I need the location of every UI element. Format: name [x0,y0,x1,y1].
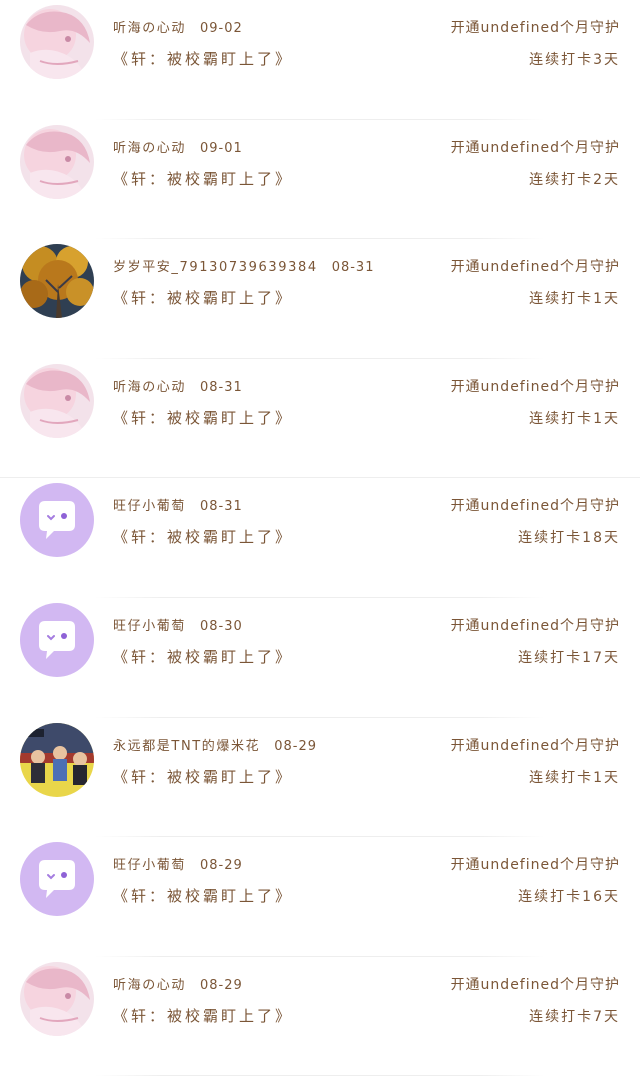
golden-tree-avatar[interactable] [20,244,94,319]
username[interactable]: 永远都是TNT的爆米花 [113,739,260,754]
date: 08-31 [200,499,243,515]
subscription-text: 开通undefined个月守护 [450,498,620,515]
chat-bubble-avatar[interactable] [20,483,94,558]
username[interactable]: 听海の心动 [113,978,186,993]
subscription-text: 开通undefined个月守护 [450,20,620,36]
streak-text: 连续打卡7天 [529,1008,620,1025]
date: 09-02 [200,21,243,36]
anime-girl-avatar[interactable] [20,124,94,199]
user-info: 旺仔小葡萄 08-30 [113,615,243,634]
list-item[interactable]: 听海の心动 09-01 《轩：被校霸盯上了》 开通undefined个月守护 连续… [0,120,640,240]
list-item[interactable]: 岁岁平安_79130739639384 08-31 《轩：被校霸盯上了》 开通un… [0,239,640,359]
date: 08-30 [200,618,243,634]
streak-text: 连续打卡18天 [518,530,620,547]
book-title[interactable]: 《轩：被校霸盯上了》 [113,766,293,787]
book-title[interactable]: 《轩：被校霸盯上了》 [113,646,293,667]
date: 08-29 [274,738,317,754]
date: 08-29 [200,858,243,874]
subscription-text: 开通undefined个月守护 [450,857,620,874]
user-info: 听海の心动 09-01 [113,137,243,156]
user-info: 听海の心动 09-02 [113,17,243,36]
subscription-text: 开通undefined个月守护 [450,617,620,634]
streak-text: 连续打卡2天 [529,171,620,188]
user-info: 永远都是TNT的爆米花 08-29 [113,735,317,754]
chat-bubble-avatar[interactable] [20,602,94,677]
subscription-text: 开通undefined个月守护 [450,737,620,754]
username[interactable]: 听海の心动 [113,141,186,156]
username[interactable]: 旺仔小葡萄 [113,858,186,873]
group-photo-avatar[interactable] [20,722,94,797]
list-item[interactable]: 旺仔小葡萄 08-31 《轩：被校霸盯上了》 开通undefined个月守护 连续… [0,478,640,598]
anime-girl-avatar[interactable] [20,363,94,438]
book-title[interactable]: 《轩：被校霸盯上了》 [113,407,293,428]
username[interactable]: 听海の心动 [113,21,186,36]
user-info: 旺仔小葡萄 08-31 [113,495,243,514]
book-title[interactable]: 《轩：被校霸盯上了》 [113,526,293,547]
streak-text: 连续打卡1天 [529,769,620,786]
list-item[interactable]: 永远都是TNT的爆米花 08-29 《轩：被校霸盯上了》 开通undefined个… [0,718,640,838]
subscription-text: 开通undefined个月守护 [450,976,620,993]
subscription-text: 开通undefined个月守护 [450,378,620,395]
book-title[interactable]: 《轩：被校霸盯上了》 [113,1005,293,1026]
streak-text: 连续打卡1天 [529,291,620,308]
book-title[interactable]: 《轩：被校霸盯上了》 [113,885,293,906]
book-title[interactable]: 《轩：被校霸盯上了》 [113,168,293,189]
date: 09-01 [200,140,243,156]
subscription-text: 开通undefined个月守护 [450,259,620,276]
anime-girl-avatar[interactable] [20,961,94,1036]
user-info: 听海の心动 08-29 [113,974,243,993]
chat-bubble-avatar[interactable] [20,842,94,917]
book-title[interactable]: 《轩：被校霸盯上了》 [113,48,293,69]
anime-girl-avatar[interactable] [20,5,94,79]
username[interactable]: 岁岁平安_79130739639384 [113,260,318,275]
user-info: 听海の心动 08-31 [113,376,243,395]
streak-text: 连续打卡16天 [518,889,620,906]
username[interactable]: 旺仔小葡萄 [113,499,186,514]
guard-checkin-list: 听海の心动 09-02 《轩：被校霸盯上了》 开通undefined个月守护 连续… [0,0,640,1076]
streak-text: 连续打卡1天 [529,410,620,427]
date: 08-31 [331,260,375,276]
subscription-text: 开通undefined个月守护 [450,139,620,156]
username[interactable]: 旺仔小葡萄 [113,619,186,634]
date: 08-29 [200,977,243,993]
streak-text: 连续打卡17天 [518,649,620,666]
streak-text: 连续打卡3天 [529,52,620,68]
list-item[interactable]: 听海の心动 08-31 《轩：被校霸盯上了》 开通undefined个月守护 连续… [0,359,640,479]
list-item[interactable]: 听海の心动 09-02 《轩：被校霸盯上了》 开通undefined个月守护 连续… [0,0,640,120]
user-info: 岁岁平安_79130739639384 08-31 [113,256,374,275]
date: 08-31 [200,379,243,395]
user-info: 旺仔小葡萄 08-29 [113,854,243,873]
list-item[interactable]: 旺仔小葡萄 08-30 《轩：被校霸盯上了》 开通undefined个月守护 连续… [0,598,640,718]
username[interactable]: 听海の心动 [113,380,186,395]
list-item[interactable]: 旺仔小葡萄 08-29 《轩：被校霸盯上了》 开通undefined个月守护 连续… [0,837,640,957]
book-title[interactable]: 《轩：被校霸盯上了》 [113,287,293,308]
list-item[interactable]: 听海の心动 08-29 《轩：被校霸盯上了》 开通undefined个月守护 连续… [0,957,640,1076]
